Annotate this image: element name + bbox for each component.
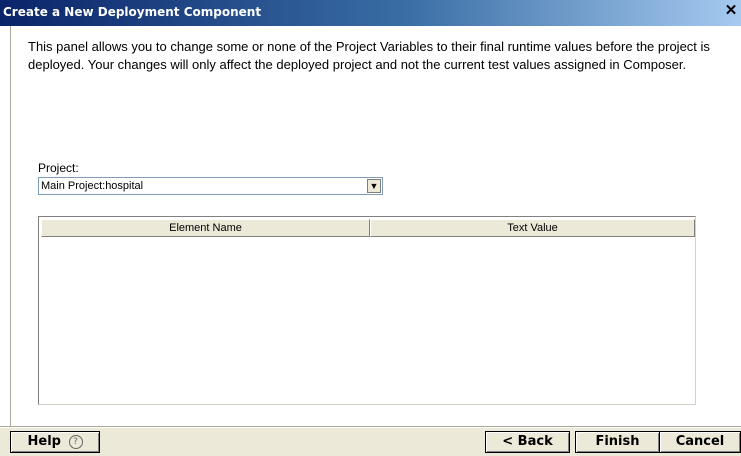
help-button[interactable]: Help ? (10, 431, 100, 453)
column-header-text-value[interactable]: Text Value (370, 219, 695, 237)
finish-button[interactable]: Finish (575, 431, 660, 453)
back-button[interactable]: < Back (485, 431, 570, 453)
help-button-label: Help (27, 434, 61, 449)
button-bar: Help ? < Back Finish Cancel (0, 428, 741, 456)
project-select[interactable]: Main Project:hospital ▼ (38, 177, 383, 195)
help-icon: ? (68, 434, 83, 449)
close-icon[interactable]: ✕ (723, 3, 739, 19)
panel-description: This panel allows you to change some or … (28, 39, 710, 72)
project-select-value: Main Project:hospital (41, 180, 144, 192)
window-title: Create a New Deployment Component (3, 5, 262, 19)
variables-table[interactable]: Element Name Text Value (38, 216, 696, 405)
project-label: Project: (38, 161, 79, 175)
title-bar: Create a New Deployment Component ✕ (0, 0, 741, 26)
cancel-button[interactable]: Cancel (659, 431, 741, 453)
column-header-element-name[interactable]: Element Name (41, 219, 370, 237)
chevron-down-icon[interactable]: ▼ (367, 179, 381, 193)
